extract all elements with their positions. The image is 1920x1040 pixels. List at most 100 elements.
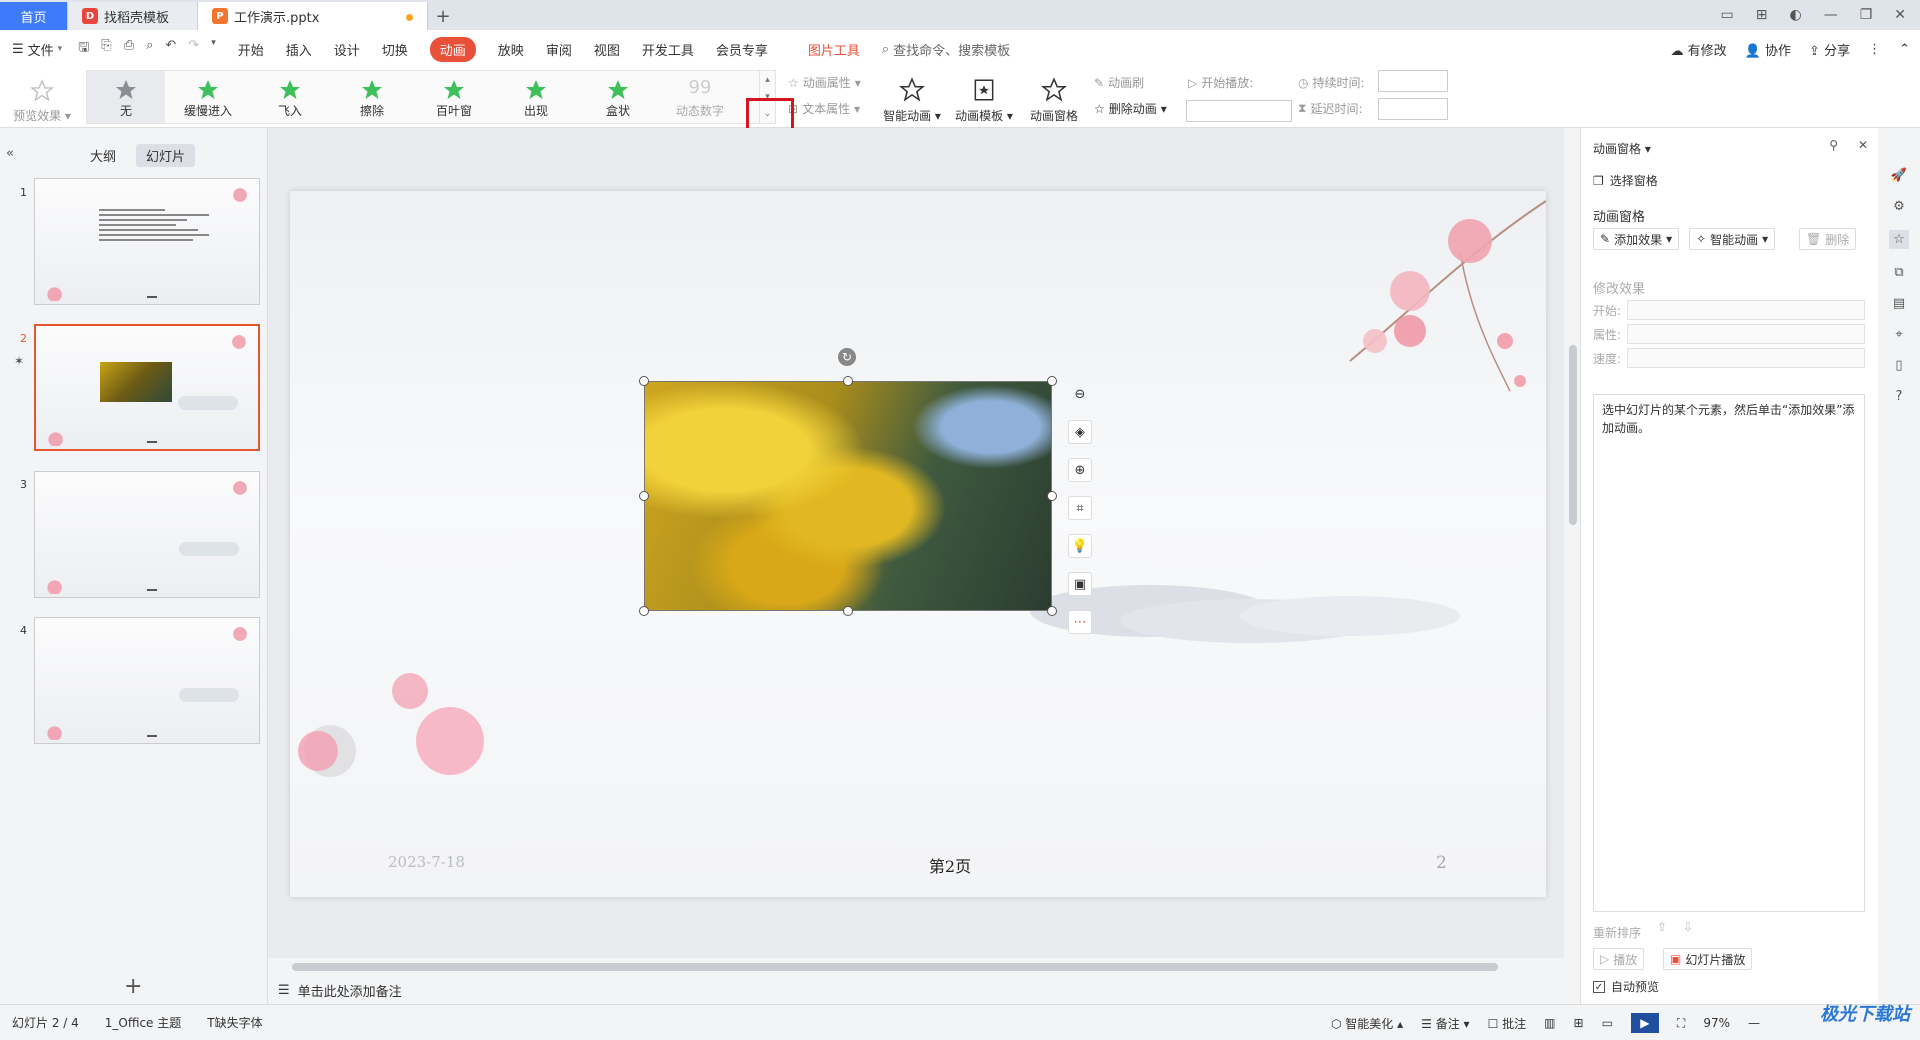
- chevron-down-icon[interactable]: ▾: [58, 44, 63, 54]
- property-select[interactable]: [1627, 324, 1865, 344]
- menu-file[interactable]: 文件: [28, 40, 54, 59]
- tab-home[interactable]: 首页: [0, 2, 68, 30]
- sorter-view-icon[interactable]: ⊞: [1574, 1016, 1584, 1030]
- normal-view-icon[interactable]: ▥: [1544, 1016, 1555, 1030]
- skin-icon[interactable]: ◐: [1789, 7, 1801, 23]
- preview-icon[interactable]: ⌕: [146, 38, 153, 60]
- theme-name[interactable]: 1_Office 主题: [105, 1014, 181, 1031]
- resize-handle[interactable]: [843, 376, 853, 386]
- minimize-icon[interactable]: —: [1824, 7, 1838, 23]
- resize-handle[interactable]: [1047, 606, 1057, 616]
- book-icon[interactable]: ▯: [1895, 358, 1902, 373]
- vertical-scrollbar[interactable]: [1568, 140, 1578, 960]
- play-button[interactable]: ▷ 播放: [1593, 948, 1645, 970]
- anim-appear[interactable]: 出现: [497, 71, 575, 123]
- rocket-icon[interactable]: 🚀: [1891, 168, 1907, 183]
- location-icon[interactable]: ⌖: [1895, 327, 1902, 342]
- menu-view[interactable]: 视图: [594, 40, 620, 59]
- move-down-icon[interactable]: ⇩: [1683, 920, 1693, 934]
- animation-list[interactable]: 选中幻灯片的某个元素，然后单击“添加效果”添加动画。: [1593, 394, 1865, 912]
- delete-button[interactable]: 🗑 删除: [1799, 228, 1857, 250]
- notes-bar[interactable]: ☰ 单击此处添加备注: [268, 976, 1568, 1004]
- anim-blinds[interactable]: 百叶窗: [415, 71, 493, 123]
- slide-page-label[interactable]: 第2页: [910, 853, 990, 877]
- anim-wipe[interactable]: 擦除: [333, 71, 411, 123]
- smart-animation-button[interactable]: 智能动画 ▾: [880, 70, 944, 124]
- modify-button[interactable]: ☁ 有修改: [1671, 40, 1727, 59]
- menu-dev-tools[interactable]: 开发工具: [642, 40, 694, 59]
- animation-pane-button[interactable]: 动画窗格: [1024, 70, 1084, 124]
- menu-start[interactable]: 开始: [238, 40, 264, 59]
- pin-icon[interactable]: ⚲: [1829, 138, 1838, 152]
- collapse-panel-icon[interactable]: «: [6, 146, 14, 161]
- collapse-ribbon-icon[interactable]: ⌃: [1899, 42, 1910, 57]
- pane-title[interactable]: 动画窗格 ▾: [1593, 140, 1651, 157]
- preview-effect-button[interactable]: 预览效果 ▾: [8, 70, 76, 124]
- zoom-level[interactable]: 97%: [1703, 1016, 1730, 1030]
- slide-thumbnail[interactable]: [34, 471, 260, 598]
- start-select[interactable]: [1627, 300, 1865, 320]
- animation-brush-button[interactable]: ✎ 动画刷: [1094, 74, 1144, 91]
- text-props-button[interactable]: ⊟ 文本属性 ▾: [788, 100, 860, 117]
- select-pane-button[interactable]: ❐ 选择窗格: [1593, 172, 1658, 189]
- menu-design[interactable]: 设计: [334, 40, 360, 59]
- slide-date[interactable]: 2023-7-18: [388, 853, 465, 871]
- resize-handle[interactable]: [639, 491, 649, 501]
- crop-icon[interactable]: ⌗: [1068, 496, 1092, 520]
- slide-thumbnail[interactable]: [34, 178, 260, 305]
- menu-transition[interactable]: 切换: [382, 40, 408, 59]
- layers-icon[interactable]: ◈: [1068, 420, 1092, 444]
- more-icon[interactable]: ▾: [211, 38, 216, 60]
- resize-handle[interactable]: [1047, 376, 1057, 386]
- image-convert-icon[interactable]: ▣: [1068, 572, 1092, 596]
- lightbulb-icon[interactable]: 💡: [1068, 534, 1092, 558]
- tab-document[interactable]: P 工作演示.pptx: [198, 2, 428, 30]
- scroll-thumb[interactable]: [292, 963, 1498, 971]
- tab-template[interactable]: D 找稻壳模板: [68, 2, 198, 30]
- beautify-icon[interactable]: ▤: [1893, 296, 1905, 311]
- comment-button[interactable]: ☐ 批注: [1488, 1015, 1527, 1032]
- animation-template-button[interactable]: 动画模板 ▾: [952, 70, 1016, 124]
- reading-view-icon[interactable]: ▭: [1602, 1016, 1613, 1030]
- menu-slideshow[interactable]: 放映: [498, 40, 524, 59]
- transition-icon[interactable]: ⧉: [1894, 265, 1903, 280]
- grid-icon[interactable]: ⊞: [1756, 7, 1768, 23]
- collab-button[interactable]: 👤 协作: [1745, 40, 1791, 59]
- auto-preview-checkbox[interactable]: ✓ 自动预览: [1593, 978, 1659, 995]
- save-icon[interactable]: 🖫: [78, 38, 89, 60]
- close-icon[interactable]: ✕: [1894, 7, 1906, 23]
- rotate-icon[interactable]: ↻: [838, 348, 856, 366]
- slide-thumbnail-selected[interactable]: [34, 324, 260, 451]
- resize-handle[interactable]: [843, 606, 853, 616]
- export-icon[interactable]: ⎘: [101, 38, 111, 60]
- menu-animation[interactable]: 动画: [429, 36, 476, 62]
- layout-icon[interactable]: ▭: [1721, 7, 1734, 23]
- gallery-up-icon[interactable]: ▴: [765, 75, 770, 85]
- zoom-in-icon[interactable]: ⊕: [1068, 458, 1092, 482]
- delay-input[interactable]: [1378, 98, 1448, 120]
- more-menu-icon[interactable]: ⋮: [1868, 42, 1881, 57]
- scroll-thumb[interactable]: [1569, 345, 1577, 525]
- anim-dynamic-number[interactable]: 99 动态数字: [661, 71, 739, 123]
- menu-insert[interactable]: 插入: [286, 40, 312, 59]
- play-slideshow-button[interactable]: ▶: [1630, 1013, 1659, 1033]
- new-tab-button[interactable]: +: [428, 2, 458, 30]
- start-play-select[interactable]: [1186, 100, 1292, 122]
- menu-picture-tools[interactable]: 图片工具: [808, 40, 860, 59]
- close-pane-icon[interactable]: ✕: [1858, 138, 1868, 152]
- anim-none[interactable]: 无: [87, 71, 165, 123]
- hamburger-icon[interactable]: ☰: [12, 42, 24, 57]
- move-up-icon[interactable]: ⇧: [1657, 920, 1667, 934]
- slide-page-number[interactable]: 2: [1436, 853, 1447, 873]
- menu-review[interactable]: 审阅: [546, 40, 572, 59]
- notes-toggle-button[interactable]: ☰ 备注 ▾: [1421, 1015, 1469, 1032]
- horizontal-scrollbar[interactable]: [278, 962, 1562, 972]
- anim-box[interactable]: 盒状: [579, 71, 657, 123]
- share-button[interactable]: ⇪ 分享: [1809, 40, 1850, 59]
- add-effect-button[interactable]: ✎ 添加效果 ▾: [1593, 228, 1680, 250]
- smart-beautify-button[interactable]: ⬡ 智能美化 ▴: [1331, 1015, 1403, 1032]
- add-slide-icon[interactable]: +: [124, 974, 142, 999]
- help-icon[interactable]: ?: [1896, 389, 1903, 404]
- menu-vip[interactable]: 会员专享: [716, 40, 768, 59]
- smart-animation-pane-button[interactable]: ✧ 智能动画 ▾: [1689, 228, 1776, 250]
